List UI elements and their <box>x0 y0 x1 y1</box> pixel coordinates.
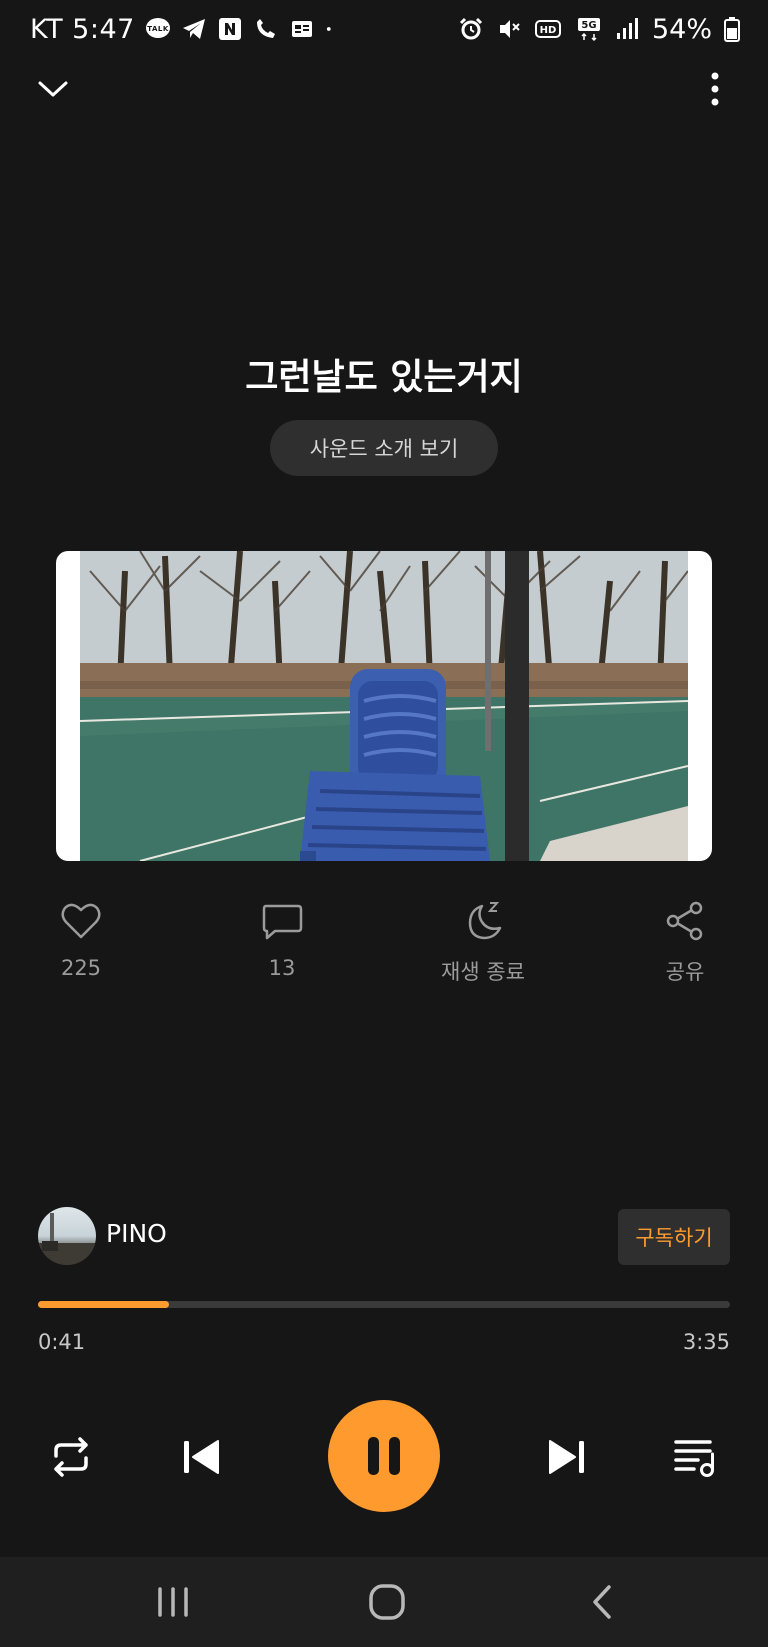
track-title: 그런날도 있는거지 <box>245 357 523 398</box>
pause-icon[interactable] <box>364 1433 404 1479</box>
alarm-icon <box>459 17 483 40</box>
like-count: 225 <box>60 956 102 980</box>
avatar-image <box>38 1213 96 1265</box>
moon-sleep-icon[interactable] <box>460 898 506 944</box>
hd-badge-text: HD <box>540 25 557 36</box>
playlist-icon[interactable] <box>672 1434 718 1480</box>
status-left: KT 5:47 TALK <box>30 14 339 45</box>
share-label: 공유 <box>665 960 705 984</box>
gallery-icon <box>291 21 312 37</box>
status-bar: KT 5:47 TALK HD 5G 54% <box>0 0 768 58</box>
5g-icon: 5G <box>577 18 600 42</box>
recent-apps-icon[interactable] <box>148 1577 198 1627</box>
network-text: 5G <box>581 20 596 31</box>
progress-bar[interactable] <box>38 1301 730 1308</box>
progress-fill <box>38 1301 170 1308</box>
home-icon[interactable] <box>362 1577 412 1627</box>
comment-icon[interactable] <box>259 898 305 944</box>
sound-intro-button[interactable]: 사운드 소개 보기 <box>270 420 498 476</box>
subscribe-button[interactable]: 구독하기 <box>618 1209 730 1265</box>
sleep-timer-label: 재생 종료 <box>441 960 525 984</box>
previous-icon[interactable] <box>178 1434 224 1480</box>
telegram-icon <box>182 19 205 39</box>
album-artwork <box>56 551 712 861</box>
sleep-timer-action[interactable]: 재생 종료 <box>423 898 543 986</box>
pause-button[interactable] <box>328 1400 440 1512</box>
whowho-icon <box>256 19 275 38</box>
battery-icon <box>724 17 740 42</box>
share-icon[interactable] <box>662 898 708 944</box>
mute-icon <box>499 20 520 38</box>
carrier-time: KT 5:47 <box>30 13 135 45</box>
hd-voice-icon: HD <box>534 20 561 38</box>
artwork-illustration <box>80 551 688 861</box>
heart-icon[interactable] <box>58 898 104 944</box>
status-right: HD 5G 54% <box>458 14 740 45</box>
svg-text:TALK: TALK <box>147 25 169 33</box>
comment-action[interactable]: 13 <box>222 898 342 980</box>
current-time: 0:41 <box>38 1330 86 1354</box>
battery-percent: 54% <box>651 13 712 45</box>
kakaotalk-icon: TALK <box>145 18 170 38</box>
comment-count: 13 <box>268 956 296 980</box>
dot-icon <box>326 27 331 31</box>
repeat-icon[interactable] <box>48 1434 94 1480</box>
like-action[interactable]: 225 <box>21 898 141 980</box>
chevron-down-icon[interactable] <box>34 70 72 108</box>
more-vertical-icon[interactable] <box>696 70 734 108</box>
system-navigation-bar <box>0 1557 768 1647</box>
share-action[interactable]: 공유 <box>625 898 745 986</box>
total-time: 3:35 <box>682 1330 730 1354</box>
signal-icon <box>616 18 638 39</box>
back-icon[interactable] <box>578 1577 628 1627</box>
artist-avatar[interactable] <box>38 1207 96 1265</box>
next-icon[interactable] <box>544 1434 590 1480</box>
naver-icon <box>218 18 241 40</box>
artwork-photo <box>80 551 688 861</box>
artist-name[interactable]: PINO <box>106 1219 167 1248</box>
